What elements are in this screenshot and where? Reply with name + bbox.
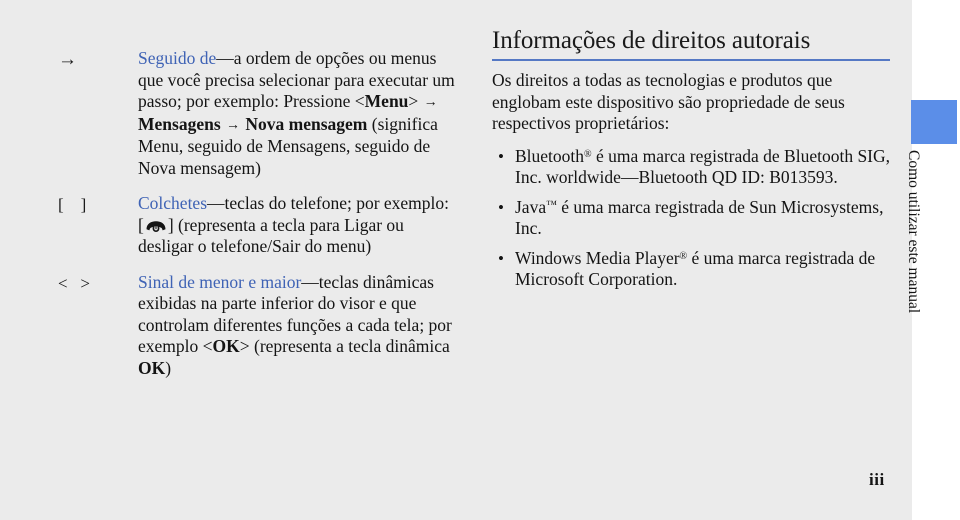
page-number: iii <box>869 470 885 489</box>
square-brackets-marker: [ ] <box>58 195 87 214</box>
title-underline-rule <box>492 59 890 61</box>
convention-entry-arrow: → Seguido de—a ordem de opções ou menus … <box>58 48 458 179</box>
bold-menu: Menu <box>364 91 409 111</box>
convention-entry-arrow-text: Seguido de—a ordem de opções ou menus qu… <box>138 48 458 179</box>
term-colchetes: Colchetes <box>138 193 208 213</box>
term-seguido-de: Seguido de <box>138 48 217 68</box>
chapter-tab-label-text: Como utilizar este manual <box>905 150 922 314</box>
bullet-dot-icon: • <box>498 248 504 268</box>
trademark-name: Windows Media Player <box>515 247 680 268</box>
bold-ok-2: OK <box>138 357 166 378</box>
entry-arrow-after-menu: > <box>408 91 419 111</box>
inline-arrow-icon-1: → <box>423 95 438 110</box>
trademark-detail: é uma marca registrada de Sun Microsyste… <box>515 196 884 239</box>
inline-arrow-icon-2: → <box>226 117 241 133</box>
bold-mensagens: Mensagens <box>138 113 221 134</box>
trademark-list: • Bluetooth® é uma marca registrada de Bl… <box>492 146 892 291</box>
trademark-mark-icon: ™ <box>546 198 557 211</box>
entry-angle-body-2: > (representa a tecla dinâmica <box>239 336 450 356</box>
chapter-tab-marker <box>911 100 957 144</box>
manual-page: → Seguido de—a ordem de opções ou menus … <box>0 0 960 520</box>
list-item: • Windows Media Player® é uma marca regis… <box>492 248 892 291</box>
chapter-tab-label: Como utilizar este manual <box>905 150 927 350</box>
convention-entry-angle-brackets: < > Sinal de menor e maior—teclas dinâmi… <box>58 272 458 380</box>
convention-entry-brackets: [ ] Colchetes—teclas do telefone; por ex… <box>58 193 458 258</box>
bold-nova-mensagem: Nova mensagem <box>245 113 368 134</box>
trademark-name: Java <box>515 196 547 217</box>
angle-brackets-marker: < > <box>58 273 90 293</box>
registered-mark-icon: ® <box>584 148 592 160</box>
trademark-name: Bluetooth <box>515 145 585 166</box>
term-sinal-menor-maior: Sinal de menor e maior <box>138 271 302 292</box>
copyright-section: Informações de direitos autorais Os dire… <box>492 26 892 299</box>
copyright-intro-paragraph: Os direitos a todas as tecnologias e pro… <box>492 70 845 133</box>
list-item: • Java™ é uma marca registrada de Sun Mic… <box>492 197 892 240</box>
registered-mark-icon: ® <box>679 250 688 262</box>
bold-ok-1: OK <box>212 336 240 356</box>
phone-power-key-icon <box>145 220 167 233</box>
conventions-list: → Seguido de—a ordem de opções ou menus … <box>58 48 458 393</box>
convention-entry-angle-text: Sinal de menor e maior—teclas dinâmicas … <box>138 272 458 380</box>
convention-entry-brackets-text: Colchetes—teclas do telefone; por exempl… <box>138 193 458 258</box>
bullet-dot-icon: • <box>498 146 504 166</box>
arrow-marker-icon: → <box>58 49 77 70</box>
bullet-dot-icon: • <box>498 197 504 217</box>
list-item: • Bluetooth® é uma marca registrada de Bl… <box>492 146 892 189</box>
entry-brackets-body-2: ] (representa a tecla para Ligar ou desl… <box>138 214 404 257</box>
entry-angle-tail: ) <box>165 357 172 378</box>
page-title: Informações de direitos autorais <box>492 27 811 54</box>
